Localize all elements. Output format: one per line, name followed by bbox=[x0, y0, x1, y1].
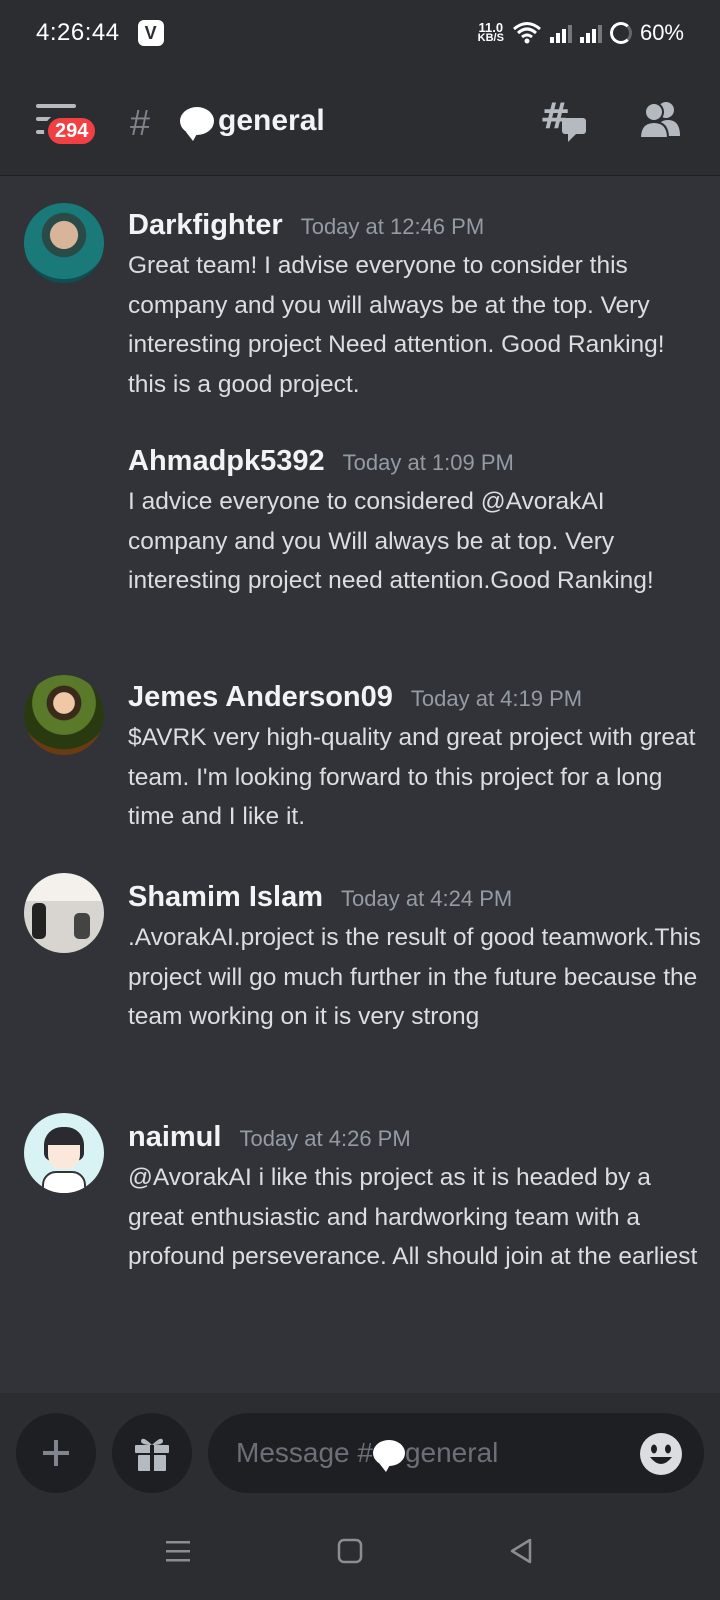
add-attachment-button[interactable] bbox=[16, 1413, 96, 1493]
battery-percent: 60% bbox=[639, 20, 684, 45]
message-header: Shamim Islam Today at 4:24 PM bbox=[128, 881, 512, 914]
wifi-icon bbox=[512, 22, 541, 44]
message-composer: Message # general bbox=[0, 1393, 720, 1503]
avatar[interactable] bbox=[24, 873, 104, 953]
message-timestamp: Today at 1:09 PM bbox=[342, 450, 514, 475]
placeholder-channel: general bbox=[404, 1437, 499, 1468]
battery-icon bbox=[609, 22, 632, 44]
avatar[interactable] bbox=[24, 203, 104, 283]
author-name[interactable]: Ahmadpk5392 bbox=[128, 445, 325, 478]
status-indicators: 11.0 KB/S 60% bbox=[478, 20, 684, 46]
message-list[interactable]: Darkfighter Today at 12:46 PM Great team… bbox=[0, 177, 720, 1393]
speech-bubble-icon bbox=[372, 1440, 405, 1472]
author-name[interactable]: Shamim Islam bbox=[128, 881, 323, 914]
signal-icon-2 bbox=[579, 23, 602, 43]
message-input[interactable]: Message # general bbox=[208, 1413, 704, 1493]
message-header: naimul Today at 4:26 PM bbox=[128, 1121, 411, 1154]
message-text: Great team! I advise everyone to conside… bbox=[128, 252, 665, 398]
avatar[interactable] bbox=[24, 675, 104, 755]
gift-button[interactable] bbox=[112, 1413, 192, 1493]
message-timestamp: Today at 12:46 PM bbox=[300, 214, 485, 239]
back-icon[interactable] bbox=[504, 1533, 540, 1569]
placeholder-prefix: Message # bbox=[236, 1437, 373, 1468]
message-text: .AvorakAI.project is the result of good … bbox=[128, 924, 701, 1030]
hash-icon: # bbox=[130, 102, 151, 143]
plus-icon bbox=[43, 1440, 69, 1466]
status-bar: 4:26:44 V 11.0 KB/S 60% bbox=[0, 0, 720, 66]
speech-bubble-icon bbox=[180, 107, 214, 141]
app-notification-icon: V bbox=[137, 20, 164, 46]
message-text: I advice everyone to considered @AvorakA… bbox=[128, 488, 654, 594]
message-text: @AvorakAI i like this project as it is h… bbox=[128, 1164, 698, 1270]
recents-icon[interactable] bbox=[160, 1533, 196, 1569]
message-header: Ahmadpk5392 Today at 1:09 PM bbox=[128, 445, 514, 478]
channel-title[interactable]: general bbox=[180, 104, 325, 141]
channel-name: general bbox=[218, 104, 325, 137]
channel-header: 294 # general # bbox=[0, 66, 720, 176]
gift-icon bbox=[135, 1438, 169, 1471]
members-icon[interactable] bbox=[638, 100, 682, 140]
author-name[interactable]: Darkfighter bbox=[128, 209, 283, 242]
system-nav-bar bbox=[0, 1503, 720, 1600]
message-timestamp: Today at 4:19 PM bbox=[410, 686, 583, 711]
signal-icon bbox=[549, 23, 572, 43]
unread-badge: 294 bbox=[44, 114, 100, 148]
home-icon[interactable] bbox=[332, 1533, 368, 1569]
author-name[interactable]: Jemes Anderson09 bbox=[128, 681, 393, 714]
avatar[interactable] bbox=[24, 1113, 104, 1193]
message-header: Darkfighter Today at 12:46 PM bbox=[128, 209, 484, 242]
emoji-icon[interactable] bbox=[640, 1433, 682, 1475]
message-timestamp: Today at 4:26 PM bbox=[239, 1126, 411, 1151]
message-header: Jemes Anderson09 Today at 4:19 PM bbox=[128, 681, 582, 714]
network-speed: 11.0 KB/S bbox=[477, 21, 504, 44]
author-name[interactable]: naimul bbox=[128, 1121, 221, 1154]
message-text: $AVRK very high-quality and great projec… bbox=[128, 724, 696, 830]
network-speed-unit: KB/S bbox=[477, 32, 504, 44]
threads-icon[interactable]: # bbox=[540, 96, 588, 144]
message-timestamp: Today at 4:24 PM bbox=[341, 886, 513, 911]
status-time: 4:26:44 bbox=[36, 19, 120, 46]
